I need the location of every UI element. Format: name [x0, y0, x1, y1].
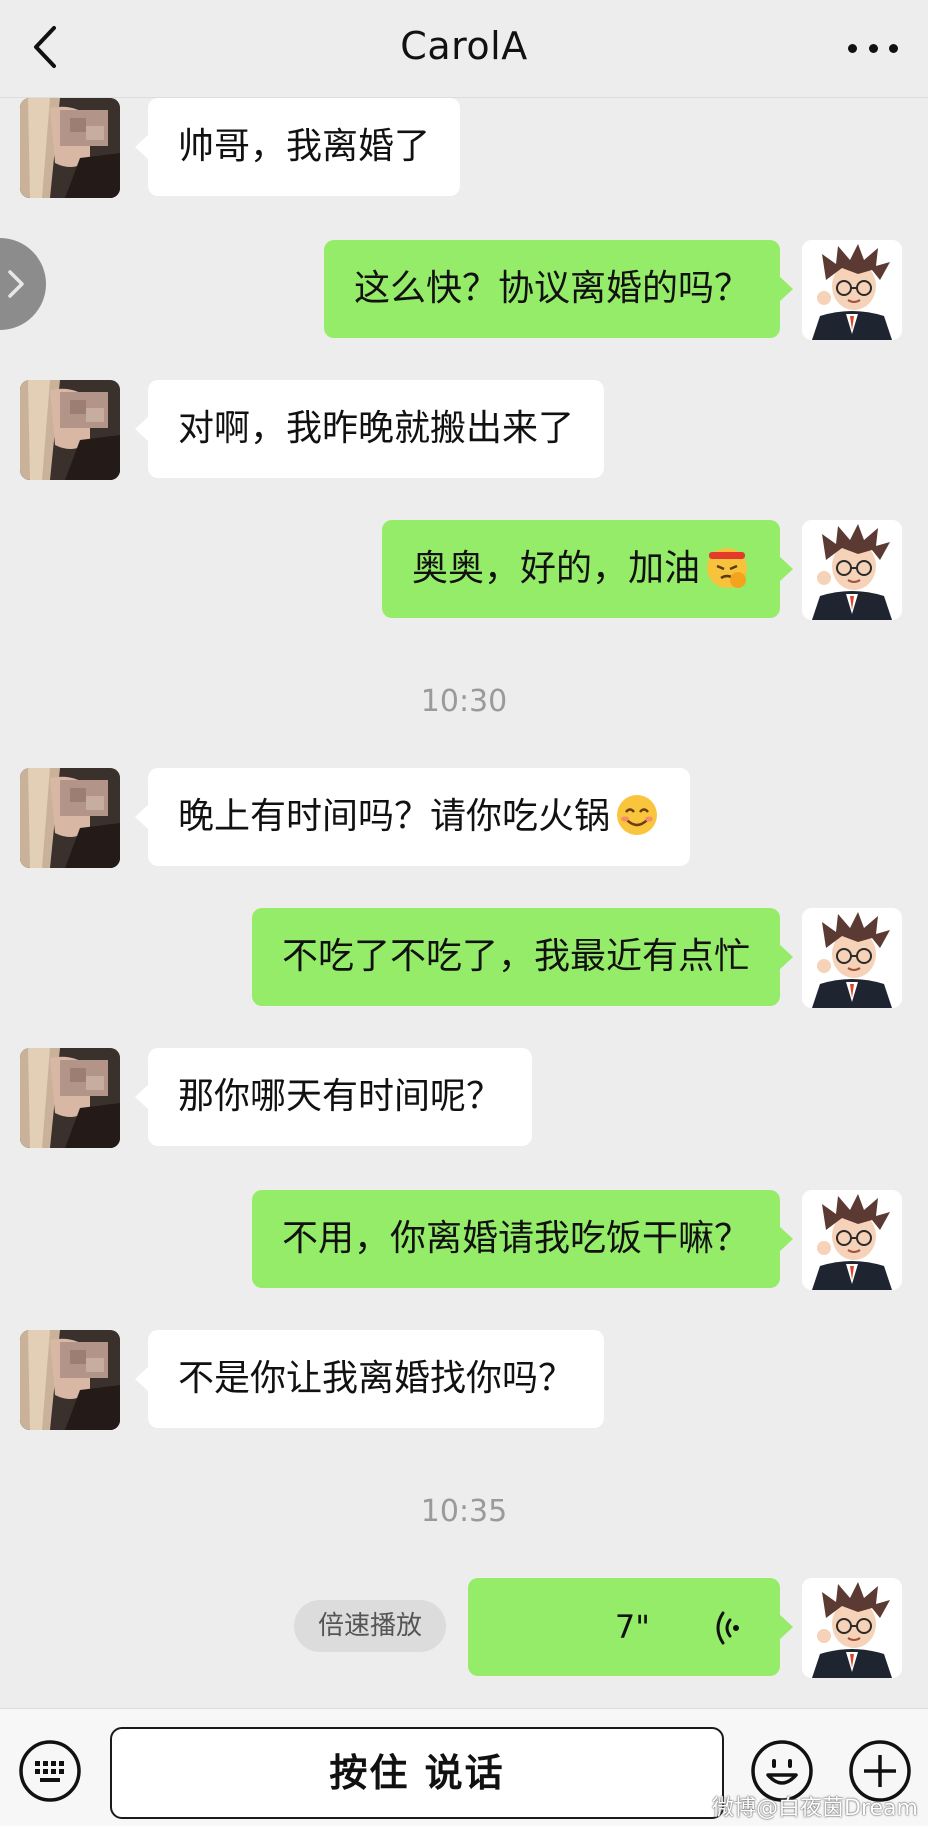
playback-speed-button[interactable]: 倍速播放 — [294, 1600, 446, 1652]
message-text: 奥奥，好的，加油 — [411, 548, 700, 589]
keyboard-icon — [19, 1740, 81, 1802]
chevron-right-icon — [8, 270, 24, 298]
outgoing-message[interactable]: 不吃了不吃了，我最近有点忙 — [251, 908, 794, 1006]
smiling-face-emoji-icon — [617, 795, 658, 835]
fighting-face-emoji-icon — [707, 548, 747, 588]
incoming-message[interactable]: 帅哥，我离婚了 — [134, 98, 461, 196]
timestamp: 10:30 — [420, 684, 508, 719]
incoming-message[interactable]: 不是你让我离婚找你吗？ — [134, 1330, 605, 1428]
message-text: 晚上有时间吗？请你吃火锅 — [178, 796, 611, 837]
contact-avatar[interactable] — [20, 380, 120, 480]
my-avatar[interactable] — [802, 240, 902, 340]
outgoing-message[interactable]: 奥奥，好的，加油 — [381, 520, 794, 618]
chat-header: CarolA — [0, 0, 928, 98]
voice-wave-icon — [716, 1611, 739, 1645]
contact-avatar[interactable] — [20, 1330, 120, 1430]
my-avatar[interactable] — [802, 908, 902, 1008]
watermark: 微博@白夜茵Dream — [712, 1796, 918, 1821]
contact-avatar[interactable] — [20, 1048, 120, 1148]
my-avatar[interactable] — [802, 1578, 902, 1678]
chat-title: CarolA — [400, 24, 528, 68]
contact-avatar[interactable] — [20, 98, 120, 198]
my-avatar[interactable] — [802, 1190, 902, 1290]
outgoing-message[interactable]: 不用，你离婚请我吃饭干嘛？ — [251, 1190, 794, 1288]
voice-message[interactable]: 7" — [468, 1578, 793, 1676]
my-avatar[interactable] — [802, 520, 902, 620]
outgoing-message[interactable]: 这么快？协议离婚的吗？ — [323, 240, 794, 338]
hold-to-talk-button[interactable]: 按住 说话 — [110, 1727, 724, 1819]
timestamp: 10:35 — [420, 1494, 508, 1529]
incoming-message[interactable]: 对啊，我昨晚就搬出来了 — [134, 380, 605, 478]
more-button[interactable] — [848, 30, 898, 66]
contact-avatar[interactable] — [20, 768, 120, 868]
keyboard-toggle-button[interactable] — [18, 1739, 82, 1803]
incoming-message[interactable]: 那你哪天有时间呢？ — [134, 1048, 533, 1146]
incoming-message[interactable]: 晚上有时间吗？请你吃火锅 — [134, 768, 691, 866]
floating-side-tab[interactable] — [0, 238, 46, 330]
voice-duration: 7" — [614, 1608, 650, 1646]
more-dots-icon — [848, 43, 857, 53]
